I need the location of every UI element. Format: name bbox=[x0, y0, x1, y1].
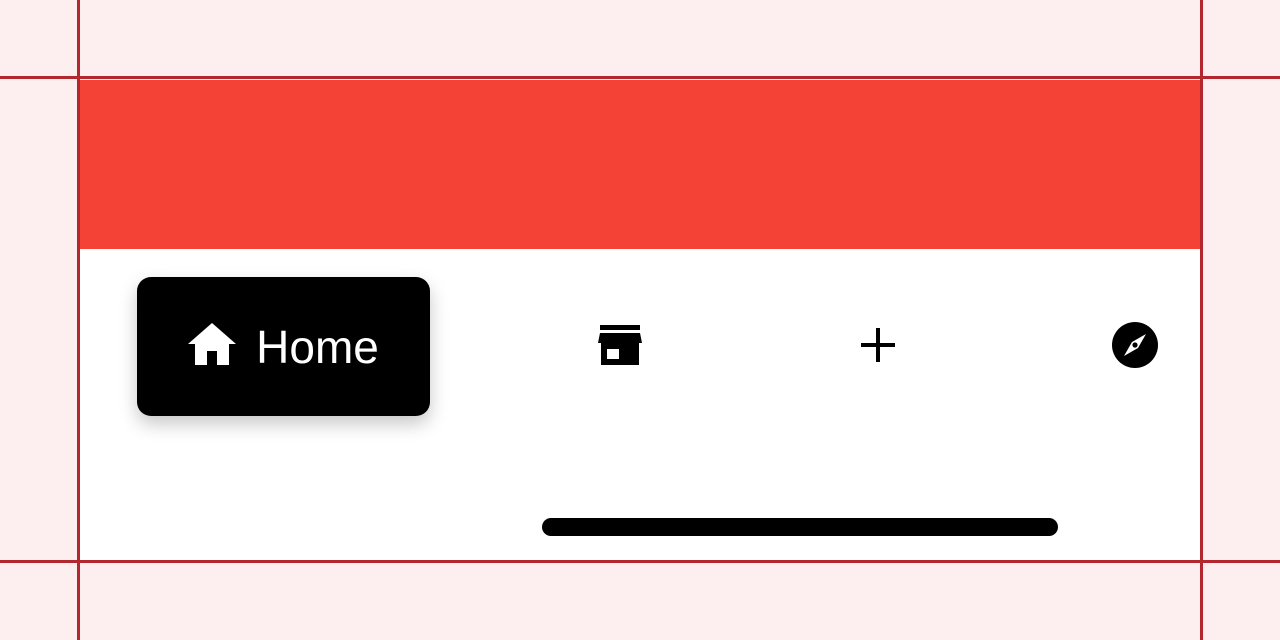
tab-home[interactable]: Home bbox=[137, 277, 430, 416]
tab-explore[interactable] bbox=[1105, 321, 1165, 373]
store-icon bbox=[598, 324, 642, 370]
header-color-band bbox=[80, 80, 1200, 249]
tab-store[interactable] bbox=[590, 323, 650, 371]
home-indicator[interactable] bbox=[542, 518, 1058, 536]
home-icon bbox=[188, 323, 237, 370]
plus-icon bbox=[860, 327, 896, 368]
guide-line-right bbox=[1200, 0, 1203, 640]
guide-line-bottom bbox=[0, 560, 1280, 563]
bottom-tab-bar: Home bbox=[80, 277, 1200, 417]
tab-add[interactable] bbox=[848, 323, 908, 371]
guide-line-top bbox=[0, 76, 1280, 79]
compass-icon bbox=[1111, 321, 1159, 374]
phone-screen: Home bbox=[80, 80, 1200, 560]
tab-home-label: Home bbox=[256, 320, 379, 373]
